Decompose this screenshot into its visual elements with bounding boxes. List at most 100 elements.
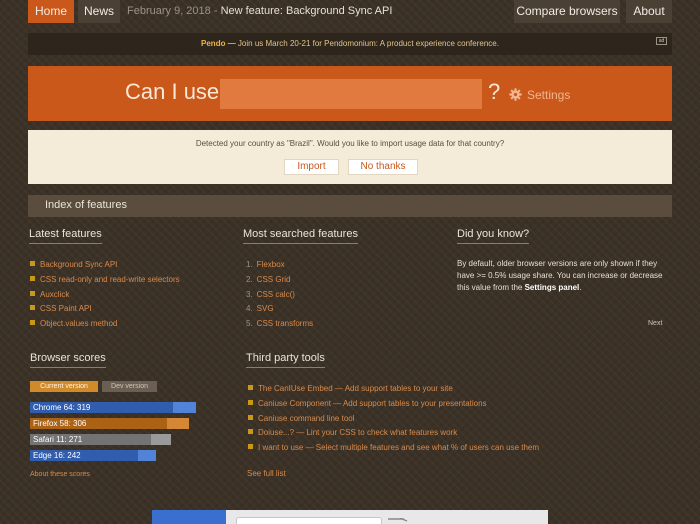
bullet-icon [248, 385, 253, 390]
score-label: Safari 11: 271 [33, 435, 83, 444]
see-full-list-link[interactable]: See full list [247, 469, 286, 478]
browser-scores-heading: Browser scores [30, 352, 106, 368]
score-label: Firefox 58: 306 [33, 419, 87, 428]
sponsor-text: Join us March 20-21 for Pendomonium: A p… [237, 39, 499, 48]
next-tip-link[interactable]: Next [648, 320, 662, 327]
rank-number: 4. [246, 304, 253, 314]
tab-current-version[interactable]: Current version [30, 381, 98, 392]
tool-link[interactable]: I want to use — Select multiple features… [258, 443, 539, 452]
score-bar-firefox[interactable]: Firefox 58: 306 [30, 418, 189, 429]
settings-panel-link[interactable]: Settings panel [525, 283, 580, 292]
index-title: Index of features [45, 199, 127, 211]
rank-number: 5. [246, 319, 253, 329]
rank-number: 3. [246, 289, 253, 299]
bottom-overlay-bar [152, 510, 548, 524]
feature-link[interactable]: Background Sync API [40, 260, 117, 269]
most-searched-heading: Most searched features [243, 228, 358, 244]
feature-link[interactable]: CSS transforms [257, 319, 313, 328]
top-nav: Home News February 9, 2018 - New feature… [0, 0, 700, 24]
rank-number: 1. [246, 260, 253, 269]
list-item[interactable]: CSS read-only and read-write selectors [30, 273, 180, 288]
import-prompt-text: Detected your country as "Brazil". Would… [195, 139, 505, 148]
score-bar-edge[interactable]: Edge 16: 242 [30, 450, 156, 461]
list-item[interactable]: Auxclick [30, 288, 180, 303]
rank-number: 2. [246, 274, 253, 284]
gear-icon [509, 88, 522, 101]
about-scores-link[interactable]: About these scores [30, 471, 90, 478]
feature-link[interactable]: Object.values method [40, 319, 117, 328]
list-item[interactable]: CSS Paint API [30, 302, 180, 317]
tool-link[interactable]: Doiuse...? — Lint your CSS to check what… [258, 428, 457, 437]
bullet-icon [248, 444, 253, 450]
list-item[interactable]: 4. SVG [246, 302, 313, 317]
list-item[interactable]: Background Sync API [30, 258, 180, 273]
feature-link[interactable]: Auxclick [40, 290, 69, 299]
arrow-right-icon [388, 518, 408, 522]
nav-home-link[interactable]: Home [28, 0, 74, 23]
news-date: February 9, 2018 [127, 5, 211, 17]
bullet-icon [30, 290, 35, 296]
hero-question-mark: ? [488, 79, 501, 104]
settings-button[interactable]: Settings [509, 87, 570, 103]
feature-link[interactable]: SVG [257, 304, 274, 313]
score-label: Chrome 64: 319 [33, 403, 91, 412]
bullet-icon [30, 275, 35, 281]
list-item[interactable]: Object.values method [30, 317, 180, 332]
list-item[interactable]: Caniuse Component — Add support tables t… [248, 397, 539, 412]
bullet-icon [248, 399, 253, 405]
sponsor-brand: Pendo [201, 39, 226, 48]
third-party-list: The CanIUse Embed — Add support tables t… [248, 382, 539, 456]
ad-badge-icon[interactable]: ad [656, 37, 667, 45]
index-of-features-bar[interactable]: Index of features [28, 195, 672, 217]
tool-link[interactable]: Caniuse Component — Add support tables t… [258, 399, 487, 408]
settings-label: Settings [527, 88, 571, 102]
feature-link[interactable]: CSS calc() [257, 290, 295, 299]
tab-dev-version[interactable]: Dev version [102, 381, 157, 392]
nav-compare-link[interactable]: Compare browsers [514, 0, 620, 23]
list-item[interactable]: 1. Flexbox [246, 258, 313, 273]
latest-features-heading: Latest features [29, 228, 102, 244]
list-item[interactable]: The CanIUse Embed — Add support tables t… [248, 382, 539, 397]
list-item[interactable]: Doiuse...? — Lint your CSS to check what… [248, 426, 539, 441]
nav-about-link[interactable]: About [626, 0, 672, 23]
import-button[interactable]: Import [284, 159, 339, 175]
feature-link[interactable]: CSS read-only and read-write selectors [40, 275, 180, 284]
no-thanks-button[interactable]: No thanks [348, 159, 418, 175]
feature-search-input[interactable] [220, 79, 482, 109]
hero-title: Can I use [125, 79, 220, 104]
list-item[interactable]: 5. CSS transforms [246, 317, 313, 332]
did-you-know-heading: Did you know? [457, 228, 530, 244]
bullet-icon [30, 261, 35, 266]
bottom-blue-block [152, 510, 226, 524]
list-item[interactable]: 2. CSS Grid [246, 273, 313, 288]
did-you-know-text: By default, older browser versions are o… [457, 258, 669, 295]
bullet-icon [30, 305, 35, 311]
list-item[interactable]: Caniuse command line tool [248, 412, 539, 427]
nav-news-link[interactable]: News [78, 0, 120, 23]
feature-link[interactable]: Flexbox [257, 260, 285, 269]
score-label: Edge 16: 242 [33, 451, 81, 460]
search-hero: Can I use ? Settings [28, 66, 672, 121]
news-ticker[interactable]: February 9, 2018 - New feature: Backgrou… [127, 0, 392, 23]
third-party-heading: Third party tools [246, 352, 325, 368]
feature-link[interactable]: CSS Grid [257, 275, 291, 284]
latest-features-list: Background Sync API CSS read-only and re… [30, 258, 180, 332]
score-bar-safari[interactable]: Safari 11: 271 [30, 434, 171, 445]
tool-link[interactable]: The CanIUse Embed — Add support tables t… [258, 384, 453, 393]
most-searched-list: 1. Flexbox 2. CSS Grid 3. CSS calc() 4. SVG … [246, 258, 313, 332]
sponsor-banner[interactable]: Pendo — Join us March 20-21 for Pendomon… [28, 33, 672, 55]
import-country-panel: Detected your country as "Brazil". Would… [28, 130, 672, 184]
bullet-icon [248, 414, 253, 420]
tip-end: . [579, 283, 582, 293]
bullet-icon [248, 429, 253, 435]
list-item[interactable]: I want to use — Select multiple features… [248, 441, 539, 456]
feature-link[interactable]: CSS Paint API [40, 304, 92, 313]
list-item[interactable]: 3. CSS calc() [246, 288, 313, 303]
news-headline[interactable]: New feature: Background Sync API [221, 5, 393, 17]
tool-link[interactable]: Caniuse command line tool [258, 414, 355, 423]
bottom-input-field[interactable] [236, 517, 382, 524]
score-bar-chrome[interactable]: Chrome 64: 319 [30, 402, 196, 413]
sponsor-dash: — [225, 39, 238, 48]
bullet-icon [30, 320, 35, 326]
news-separator: - [210, 5, 221, 17]
